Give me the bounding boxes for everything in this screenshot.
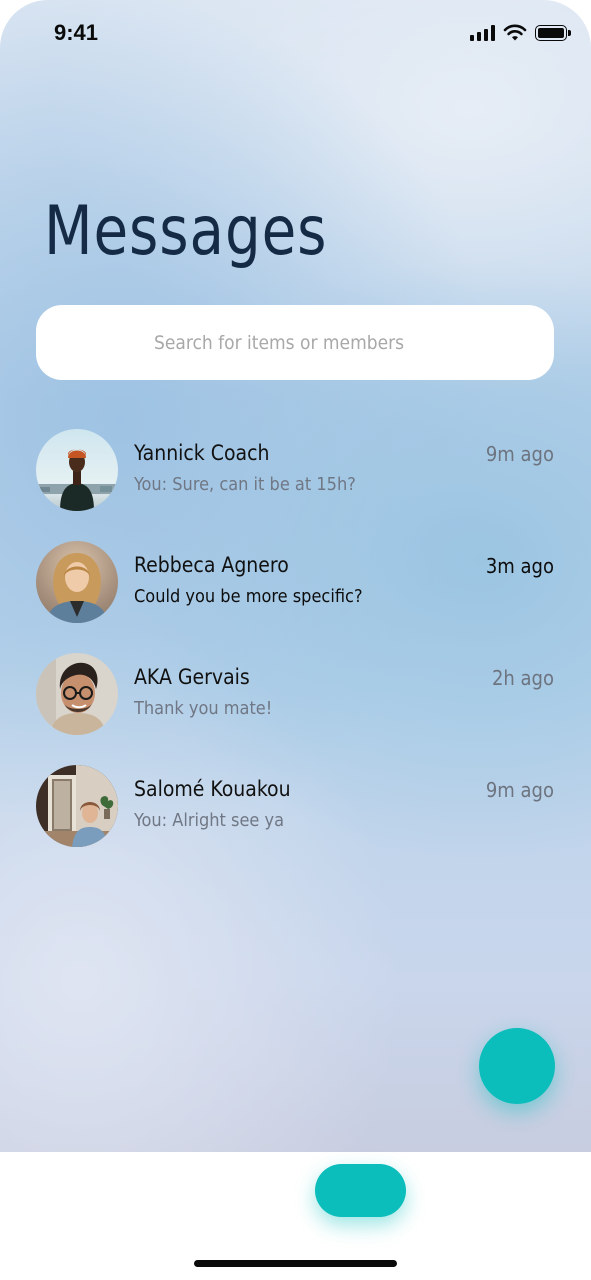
messages-screen: 9:41 Messages Search for items or member… (0, 0, 591, 1152)
message-time: 3m ago (485, 554, 554, 578)
avatar (36, 429, 118, 511)
avatar (36, 541, 118, 623)
message-preview: Thank you mate! (134, 698, 273, 719)
avatar (36, 765, 118, 847)
cellular-signal-icon (470, 25, 495, 41)
conversation-item[interactable]: Salomé Kouakou You: Alright see ya 9m ag… (36, 765, 554, 849)
status-icons (470, 24, 571, 42)
contact-name: Salomé Kouakou (134, 777, 291, 801)
message-time: 9m ago (485, 442, 554, 466)
message-time: 2h ago (491, 666, 554, 690)
conversation-item[interactable]: Yannick Coach You: Sure, can it be at 15… (36, 429, 554, 513)
new-message-button[interactable] (479, 1028, 555, 1104)
conversation-item[interactable]: Rebbeca Agnero Could you be more specifi… (36, 541, 554, 625)
message-preview: You: Alright see ya (134, 810, 285, 831)
search-bar[interactable] (36, 305, 554, 380)
bottom-navigation-bar (0, 1152, 591, 1280)
message-time: 9m ago (485, 778, 554, 802)
contact-name: AKA Gervais (134, 665, 250, 689)
message-preview: You: Sure, can it be at 15h? (134, 474, 356, 495)
contact-name: Rebbeca Agnero (134, 553, 289, 577)
battery-icon (535, 25, 571, 41)
active-tab-button[interactable] (315, 1164, 406, 1217)
search-input[interactable] (154, 305, 534, 380)
page-title: Messages (44, 192, 328, 271)
message-preview: Could you be more specific? (134, 586, 363, 607)
home-indicator[interactable] (194, 1260, 397, 1267)
wifi-icon (503, 24, 527, 41)
avatar (36, 653, 118, 735)
contact-name: Yannick Coach (134, 441, 270, 465)
conversation-item[interactable]: AKA Gervais Thank you mate! 2h ago (36, 653, 554, 737)
status-time: 9:41 (54, 20, 99, 45)
